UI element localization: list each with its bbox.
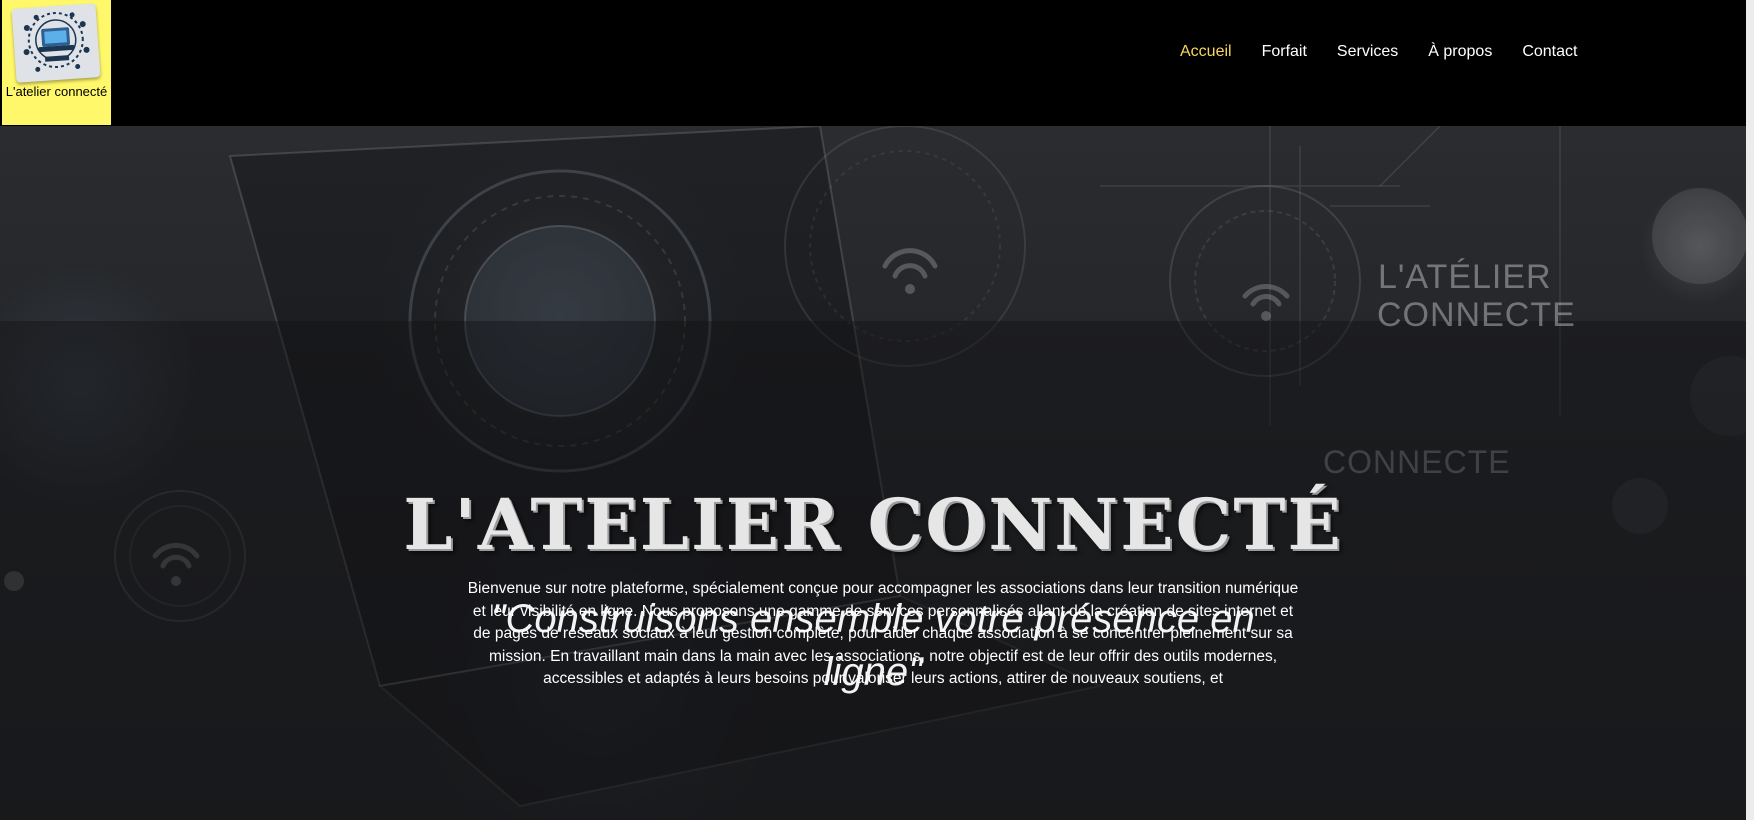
page-edge <box>1746 0 1754 820</box>
main-navigation: Accueil Forfait Services À propos Contac… <box>1180 43 1577 61</box>
nav-item-a-propos[interactable]: À propos <box>1428 43 1492 61</box>
hero-section: L'ATÉLIER CONNECTE CONNECTE L'ATELIER CO… <box>0 126 1746 820</box>
nav-item-forfait[interactable]: Forfait <box>1262 43 1307 61</box>
background-logo-text: CONNECTE <box>1377 296 1576 334</box>
nav-item-services[interactable]: Services <box>1337 43 1398 61</box>
intro-paragraph: Bienvenue sur notre plateforme, spéciale… <box>467 580 1299 687</box>
background-logo-text: L'ATÉLIER <box>1378 258 1552 296</box>
site-header: L'atelier connecté Accueil Forfait Servi… <box>0 0 1746 126</box>
nav-item-accueil[interactable]: Accueil <box>1180 43 1232 61</box>
hero-overlay <box>0 321 1746 820</box>
nav-item-contact[interactable]: Contact <box>1522 43 1577 61</box>
hero-title: L'ATELIER CONNECTÉ <box>403 482 1343 566</box>
site-logo[interactable]: L'atelier connecté <box>2 0 111 125</box>
background-logo-text: CONNECTE <box>1323 444 1511 480</box>
logo-caption: L'atelier connecté <box>5 84 108 99</box>
laptop-circuit-icon <box>11 3 101 83</box>
